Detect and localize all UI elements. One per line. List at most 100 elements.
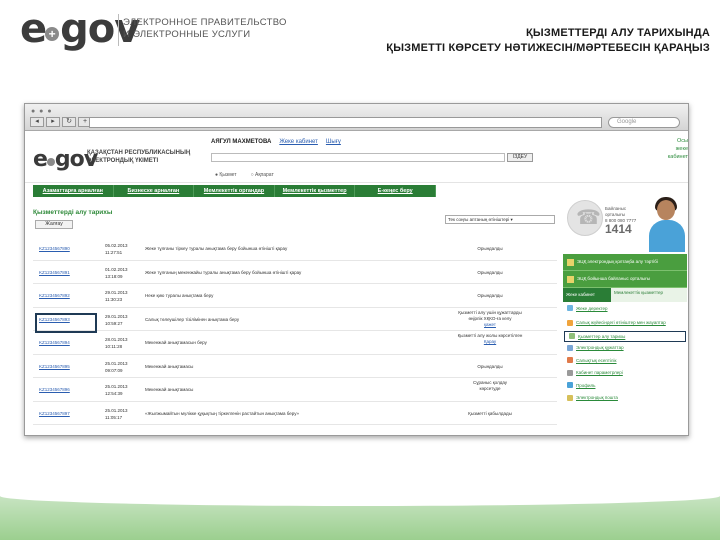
- table-row: KZ1234567893 29.01.2013 10:59:27 Салық тө…: [33, 308, 557, 331]
- nav-citizens[interactable]: Азаматтарға арналған: [33, 185, 114, 197]
- user-name: АЯГУЛ МАХМЕТОВА: [211, 139, 272, 145]
- slide-title-line1: ҚЫЗМЕТТЕРДІ АЛУ ТАРИХЫНДА: [526, 27, 710, 39]
- promo-call-center[interactable]: ЭЦҚ бойынша байланыс орталығы: [563, 271, 687, 288]
- request-description: Мекенжай анықтамасы: [145, 363, 194, 369]
- request-status: Қызметті алу жолы көрсетілген Қарау: [453, 333, 527, 345]
- browser-search-input[interactable]: Google: [608, 117, 680, 128]
- back-button[interactable]: Жалғау: [35, 220, 73, 229]
- nav-buttons: ◂ ▸ ↻ +: [30, 117, 92, 127]
- radio-service[interactable]: ● Қызмет: [215, 172, 237, 178]
- period-filter-select[interactable]: Тек соңғы аптаның өтініштері ▾: [445, 215, 555, 224]
- request-status: Орындалды: [477, 363, 503, 369]
- presentation-slide: e + gov ЭЛЕКТРОННОЕ ПРАВИТЕЛЬСТВО И ЭЛЕК…: [0, 0, 720, 540]
- logo-e: e: [20, 6, 47, 52]
- request-date: 05.02.2013: [105, 243, 128, 248]
- request-time: 10:59:27: [105, 320, 123, 326]
- menu-label: Жеке деректер: [576, 305, 608, 311]
- browser-toolbar: ● ● ● ◂ ▸ ↻ + Google: [25, 104, 688, 131]
- logout-link[interactable]: Шығу: [326, 139, 341, 145]
- menu-personal-data[interactable]: Жеке деректер: [563, 302, 687, 315]
- main-navigation: Азаматтарға арналған Бизнеске арналған М…: [33, 185, 436, 197]
- site-header: e gov ҚАЗАҚСТАН РЕСПУБЛИКАСЫНЫҢ ЭЛЕКТРОН…: [25, 131, 688, 183]
- report-icon: [567, 357, 573, 364]
- search-scope: ● Қызмет ○ Ақпарат: [215, 172, 274, 178]
- status-link[interactable]: қажет: [484, 322, 496, 327]
- side-link-3[interactable]: кабинет: [668, 153, 688, 161]
- forward-arrow-icon[interactable]: ▸: [46, 117, 60, 127]
- request-number-link[interactable]: KZ1234567892: [39, 293, 70, 298]
- request-date: 29.01.2013: [105, 290, 128, 295]
- logo-tagline: ЭЛЕКТРОННОЕ ПРАВИТЕЛЬСТВО И ЭЛЕКТРОННЫЕ …: [123, 17, 287, 41]
- request-description: Неке қию туралы анықтама беру: [145, 293, 214, 298]
- request-number-link[interactable]: KZ1234567897: [39, 411, 70, 416]
- logo-plus-icon: +: [45, 27, 60, 41]
- request-status: Орындалды: [477, 293, 503, 298]
- request-datetime: 28.01.2013 10:11:28: [105, 336, 128, 350]
- request-date: 29.01.2013: [105, 313, 128, 319]
- request-description: Жеке тұлғаны тіркеу туралы анықтама беру…: [145, 246, 288, 251]
- menu-service-history[interactable]: Қызметтер алу тарихы: [564, 330, 686, 342]
- nav-e-consult[interactable]: Е-кеңес беру: [355, 185, 436, 197]
- refresh-icon[interactable]: ↻: [62, 117, 76, 127]
- person-icon: [567, 305, 573, 312]
- status-line: Қызметті алу жолы көрсетілген: [457, 333, 523, 338]
- radio-service-label: Қызмет: [219, 172, 237, 178]
- request-datetime: 25.01.2013 11:05:17: [105, 407, 128, 421]
- status-line: көрсетуде: [479, 386, 501, 391]
- table-row: KZ1234567895 25.01.2013 09:07:09 Мекенжай…: [33, 355, 557, 378]
- request-datetime: 25.01.2013 12:54:39: [105, 383, 128, 397]
- radio-info-label: Ақпарат: [255, 172, 274, 178]
- side-link-2[interactable]: жеке: [668, 145, 688, 153]
- header-side-links: Осы жеке кабинет: [668, 137, 688, 161]
- request-datetime: 05.02.2013 11:27:51: [105, 242, 128, 256]
- menu-label: Салық жүйесіндегі өтініштер мен жауаптар: [576, 319, 666, 325]
- logo-divider: [118, 14, 119, 46]
- side-link-1[interactable]: Осы: [668, 137, 688, 145]
- window-controls[interactable]: ● ● ●: [31, 108, 53, 115]
- site-logo-text-line1: ҚАЗАҚСТАН РЕСПУБЛИКАСЫНЫҢ: [87, 150, 191, 156]
- certificate-icon: [567, 258, 574, 266]
- tab-gov-services[interactable]: Мемлекеттік қызметтер: [611, 288, 687, 302]
- site-search-button[interactable]: ІЗДЕУ: [507, 153, 533, 162]
- request-date: 28.01.2013: [105, 337, 128, 342]
- back-arrow-icon[interactable]: ◂: [30, 117, 44, 127]
- site-search-input[interactable]: [211, 153, 505, 162]
- request-number-link[interactable]: KZ1234567894: [39, 340, 70, 345]
- site-logo-text: ҚАЗАҚСТАН РЕСПУБЛИКАСЫНЫҢ ЭЛЕКТРОНДЫҚ ҮК…: [87, 150, 190, 165]
- request-number-link[interactable]: KZ1234567891: [39, 270, 70, 275]
- agent-head: [657, 200, 675, 220]
- history-icon: [569, 333, 575, 339]
- status-line: Қызметті алу үшін құжаттарды: [458, 309, 522, 315]
- menu-label: Электрондық пошта: [576, 395, 618, 401]
- promo-digital-signature[interactable]: ЭЦҚ электрондық қолтаңба алу тәртібі: [563, 254, 687, 271]
- request-number-link[interactable]: KZ1234567890: [39, 246, 70, 251]
- radio-info[interactable]: ○ Ақпарат: [251, 172, 274, 178]
- request-number-link[interactable]: KZ1234567896: [39, 387, 70, 392]
- menu-e-documents[interactable]: Электрондық құжаттар: [563, 342, 687, 355]
- status-link[interactable]: Қарау: [484, 339, 496, 344]
- table-row: KZ1234567892 29.01.2013 11:30:23 Неке қию…: [33, 284, 557, 308]
- menu-label: Салықтық есептілік: [576, 357, 617, 363]
- mail-icon: [567, 394, 573, 401]
- personal-cabinet-link[interactable]: Жеке кабинет: [279, 139, 318, 145]
- call-center-number: 1414: [605, 222, 632, 236]
- site-logo-text-line2: ЭЛЕКТРОНДЫҚ ҮКІМЕТІ: [87, 157, 159, 164]
- request-time: 09:07:09: [105, 367, 123, 373]
- nav-gov-services[interactable]: Мемлекеттік қызметтер: [275, 185, 356, 197]
- support-agent-image: [647, 192, 687, 252]
- slide-footer-band: [0, 496, 720, 540]
- call-center-block: Байланыс орталығы 8 800 080 7777 1414: [563, 192, 687, 254]
- slide-title: ҚЫЗМЕТТЕРДІ АЛУ ТАРИХЫНДА ҚЫЗМЕТТІ КӨРСЕ…: [386, 26, 710, 56]
- menu-profile[interactable]: Профиль: [563, 379, 687, 392]
- address-bar[interactable]: [89, 117, 602, 128]
- menu-tax-requests[interactable]: Салық жүйесіндегі өтініштер мен жауаптар: [563, 315, 687, 331]
- nav-business[interactable]: Бизнеске арналған: [114, 185, 195, 197]
- nav-gov-agencies[interactable]: Мемлекеттік органдар: [194, 185, 275, 197]
- menu-cabinet-settings[interactable]: Кабинет параметрлері: [563, 367, 687, 380]
- table-row: KZ1234567897 25.01.2013 11:05:17 «Жылжыма…: [33, 402, 557, 425]
- request-number-link[interactable]: KZ1234567895: [39, 364, 70, 369]
- tab-personal-cabinet[interactable]: Жеке кабинет: [563, 288, 611, 302]
- menu-tax-reporting[interactable]: Салықтық есептілік: [563, 354, 687, 367]
- egov-logo: e + gov: [20, 6, 140, 52]
- menu-email[interactable]: Электрондық пошта: [563, 392, 687, 405]
